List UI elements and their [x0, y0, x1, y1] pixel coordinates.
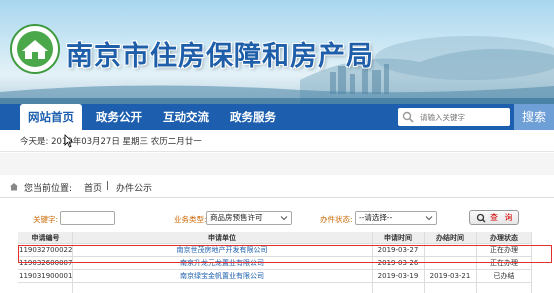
header-banner: 南京市住房保障和房产局 — [0, 0, 554, 104]
cell-finish-time: 2019-03-21 — [429, 272, 471, 280]
table-row: 119031900001 南京绿宝金帆置业有限公司 2019-03-19 201… — [18, 270, 532, 283]
header-finish-time: 办结时间 — [436, 234, 464, 242]
query-icon — [476, 213, 486, 223]
home-icon — [10, 183, 18, 191]
breadcrumb-label: 您当前位置: — [24, 184, 73, 194]
status-label: 办件状态: — [320, 215, 353, 224]
header-status: 办理状态 — [490, 234, 518, 242]
chevron-down-icon — [425, 216, 433, 221]
date-text: 今天是: 2019年03月27日 星期三 农历二月廿一 — [20, 137, 202, 147]
query-button-label: 查 询 — [490, 213, 515, 222]
table-header-row: 申请编号 申请单位 申请时间 办结时间 办理状态 — [18, 232, 532, 244]
nav-item-services[interactable]: 政务服务 — [230, 104, 276, 130]
cell-apply-time: 2019-03-19 — [377, 272, 419, 280]
query-button[interactable]: 查 询 — [469, 210, 519, 225]
status-select[interactable]: --请选择-- — [355, 211, 437, 225]
cell-applicant-link[interactable]: 南京绿宝金帆置业有限公司 — [72, 270, 372, 283]
breadcrumb-current: 办件公示 — [116, 184, 153, 194]
type-select-value: 商品房预售许可 — [210, 213, 263, 222]
search-button[interactable]: 搜索 — [514, 104, 554, 130]
type-label: 业务类型: — [174, 215, 207, 224]
type-select[interactable]: 商品房预售许可 — [206, 211, 292, 225]
page: 南京市住房保障和房产局 网站首页 政务公开 互动交流 政务服务 搜索 今天是: … — [0, 0, 554, 293]
main-nav: 网站首页 政务公开 互动交流 政务服务 搜索 — [0, 104, 554, 130]
search-input[interactable] — [420, 109, 506, 125]
search-box — [398, 108, 510, 126]
header-apply-time: 申请时间 — [384, 234, 412, 242]
site-title: 南京市住房保障和房产局 — [66, 41, 374, 72]
cell-status: 已办结 — [493, 272, 515, 280]
mouse-cursor-icon — [64, 134, 74, 148]
cell-application-no: 119031900001 — [19, 272, 72, 280]
date-bar: 今天是: 2019年03月27日 星期三 农历二月廿一 — [0, 130, 554, 152]
filter-bar: 关键字: 业务类型: 商品房预售许可 办件状态: --请选择-- 查 询 — [0, 208, 554, 232]
header-applicant: 申请单位 — [208, 234, 236, 242]
nav-item-home[interactable]: 网站首页 — [20, 104, 82, 130]
breadcrumb-home-link[interactable]: 首页 — [84, 181, 102, 194]
nav-item-interaction[interactable]: 互动交流 — [163, 104, 209, 130]
breadcrumb: 您当前位置: 首页 | 办件公示 — [0, 176, 554, 198]
emblem-icon — [10, 24, 60, 74]
header-application-no: 申请编号 — [31, 234, 60, 242]
chevron-down-icon — [280, 216, 288, 221]
search-icon — [402, 111, 414, 123]
keyword-input[interactable] — [60, 211, 115, 225]
breadcrumb-separator: | — [106, 181, 110, 191]
status-select-value: --请选择-- — [359, 213, 393, 222]
spacer — [0, 153, 554, 175]
keyword-label: 关键字: — [33, 215, 59, 224]
highlighted-row-marker — [18, 245, 552, 263]
nav-item-gov-affairs[interactable]: 政务公开 — [96, 104, 142, 130]
